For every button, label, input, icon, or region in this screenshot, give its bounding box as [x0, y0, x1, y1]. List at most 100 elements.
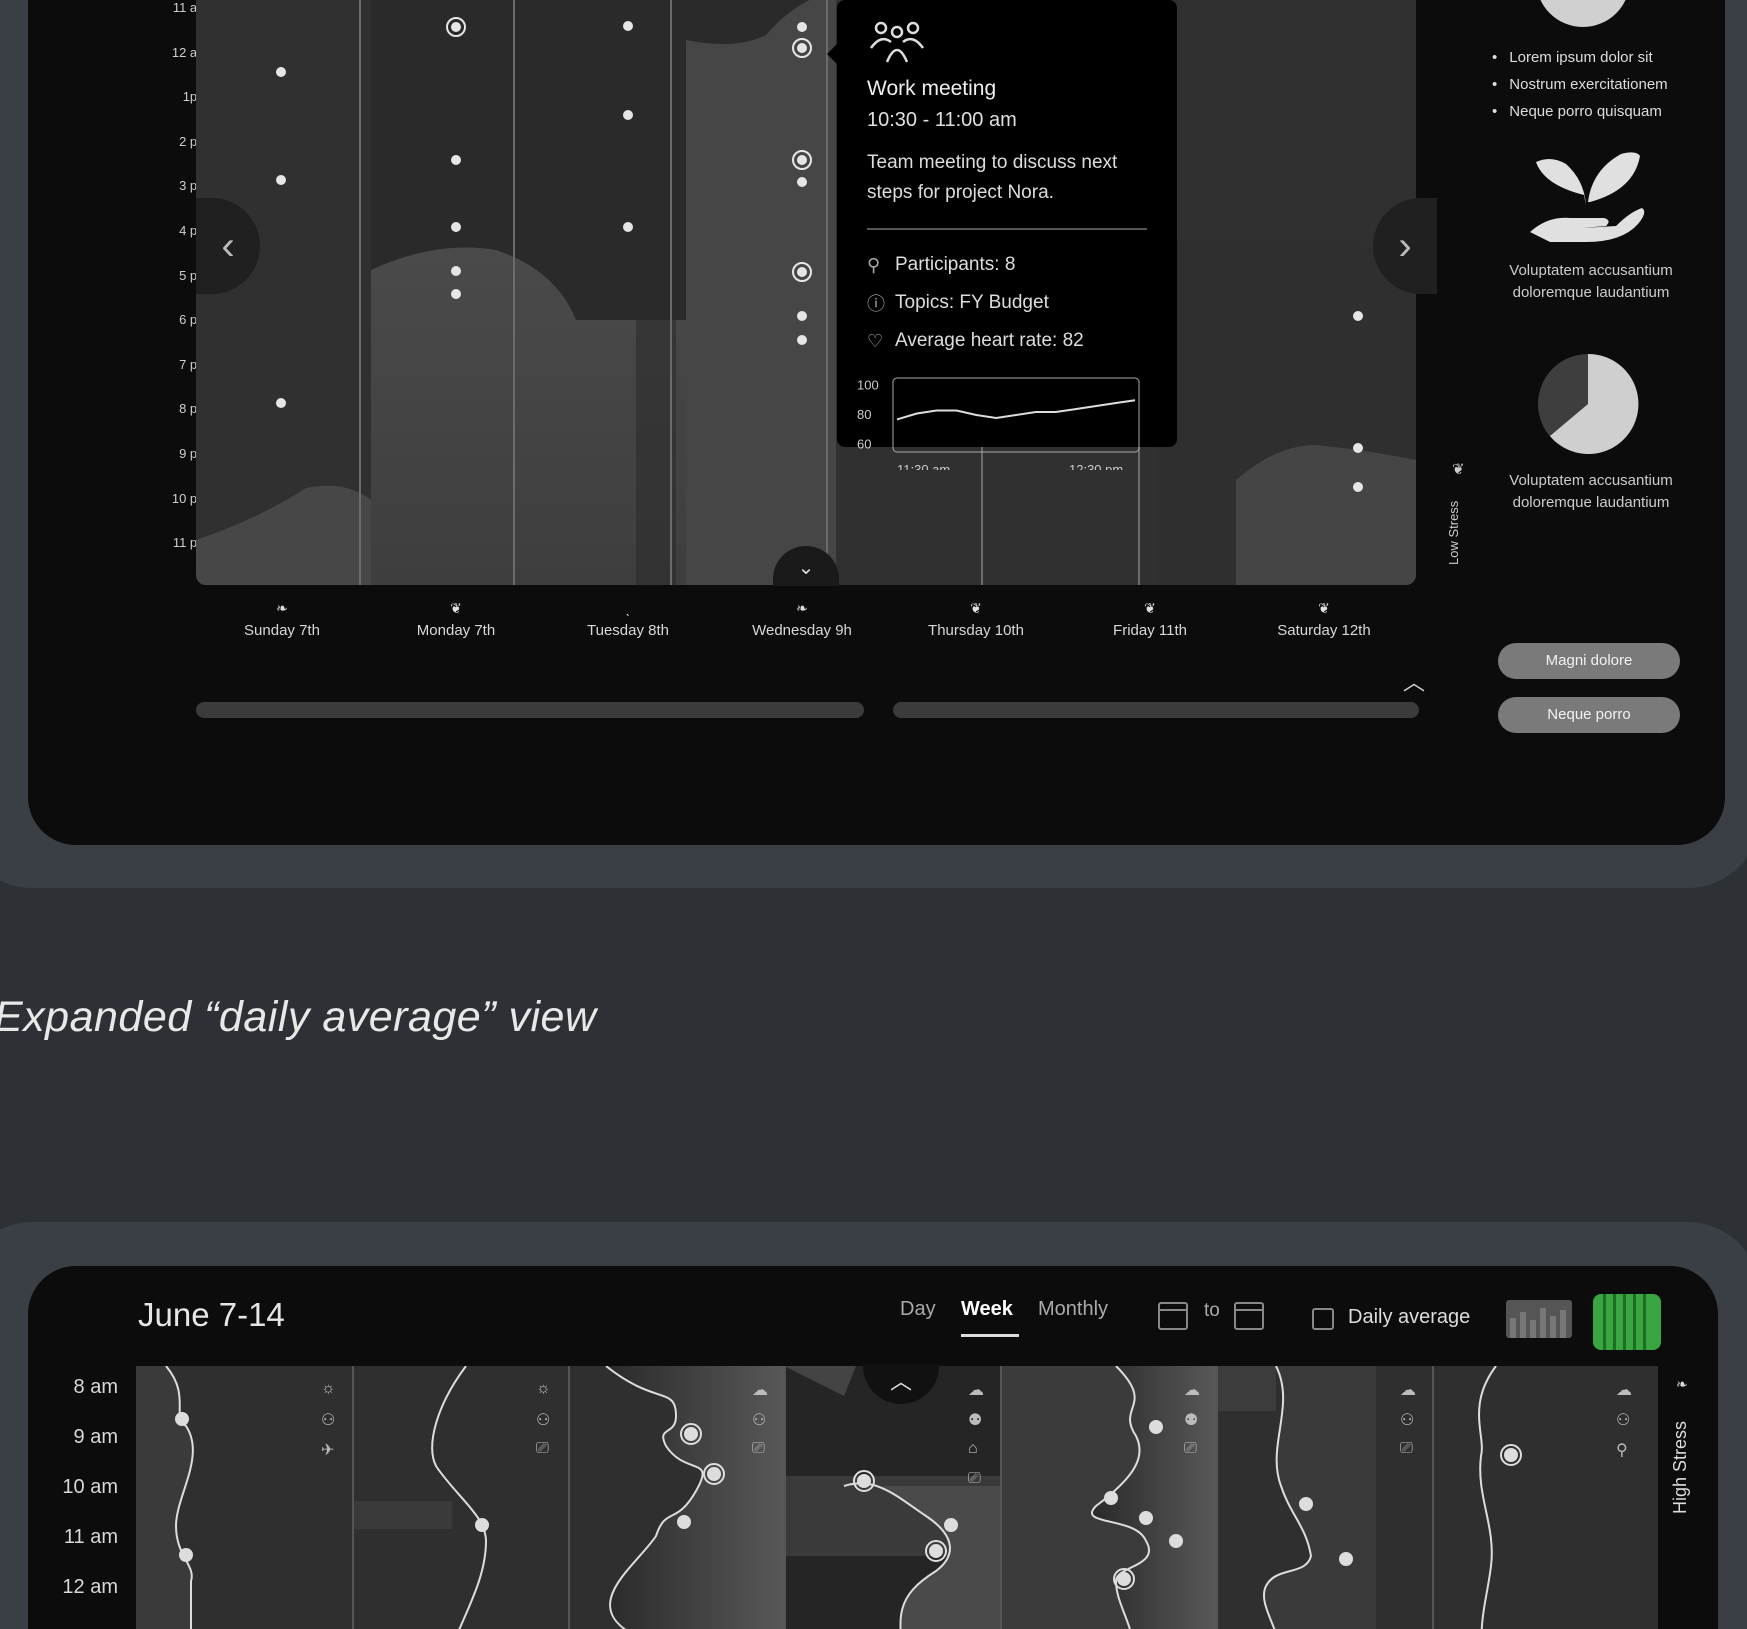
data-point [1104, 1491, 1118, 1505]
calendar-start-icon[interactable] [1158, 1302, 1188, 1330]
y-tick-label: 100 [857, 377, 879, 392]
event-dot [797, 311, 807, 321]
sprout-icon: ˎ [625, 600, 631, 616]
sun-icon: ☼ [536, 1380, 551, 1397]
day-divider [568, 1366, 570, 1629]
event-dot [451, 155, 461, 165]
event-dot [276, 67, 286, 77]
tooltip-title: Work meeting [867, 77, 997, 100]
scrollbar-track[interactable] [893, 702, 1419, 718]
event-dot [623, 110, 633, 120]
week-view-screen: 11 am12 am1pm2 pm3 pm4 pm5 pm6 pm7 pm8 p… [28, 0, 1725, 845]
section-caption: Expanded “daily average” view [0, 993, 597, 1041]
expand-button[interactable]: ︿ [1403, 665, 1425, 697]
data-point [1117, 1572, 1131, 1586]
magni-dolore-button[interactable]: Magni dolore [1498, 643, 1680, 679]
pie-caption: Voluptatem accusantium doloremque laudan… [1509, 472, 1673, 511]
bars-view-thumbnail[interactable] [1506, 1300, 1572, 1338]
info-icon: ⓘ [867, 294, 885, 314]
day-label[interactable]: ˎ Tuesday 8th [548, 600, 708, 639]
divider [867, 228, 1147, 230]
cloud-sun-icon: ☁ [1400, 1382, 1416, 1399]
daily-average-checkbox[interactable] [1312, 1308, 1334, 1330]
data-point [707, 1467, 721, 1481]
x-tick-label: 12:30 pm [1069, 462, 1123, 470]
daily-average-thumbnail[interactable] [1593, 1294, 1661, 1350]
day-label[interactable]: ❦ Saturday 12th [1244, 600, 1404, 639]
tooltip-time: 10:30 - 11:00 am [867, 109, 1017, 131]
data-point [684, 1427, 698, 1441]
airplane-icon: ✈ [321, 1442, 335, 1459]
tab-monthly[interactable]: Monthly [1038, 1298, 1108, 1321]
day-label[interactable]: ❦ Friday 11th [1070, 600, 1230, 639]
side-panel: Lorem ipsum dolor sit Nostrum exercitati… [1468, 0, 1718, 740]
people-icon: ⚇ [1616, 1412, 1631, 1429]
sprout-icon: ❧ [1676, 1376, 1688, 1392]
time-label: 10 am [62, 1476, 118, 1498]
topics-row: ⓘ Topics: FY Budget [867, 284, 1147, 322]
sprout-icon: ❦ [1144, 600, 1156, 616]
pie-icon [1538, 353, 1639, 454]
participants-text: Participants: 8 [895, 254, 1016, 275]
event-dot [623, 21, 633, 31]
event-dot [1353, 482, 1363, 492]
data-point [475, 1518, 489, 1532]
bike-icon: ⚲ [1616, 1442, 1628, 1459]
event-dot [451, 289, 461, 299]
event-dot [451, 266, 461, 276]
computer-icon: ⎚ [968, 1470, 981, 1487]
computer-icon: ⎚ [752, 1440, 765, 1457]
data-point [677, 1515, 691, 1529]
cloud-sun-icon: ☁ [1184, 1382, 1200, 1399]
heart-rate-chart: 100 80 60 11:30 am 12:30 pm [857, 377, 1140, 470]
calendar-end-icon[interactable] [1234, 1302, 1264, 1330]
time-axis: 8 am 9 am 10 am 11 am 12 am [28, 1376, 118, 1629]
event-dot [1353, 311, 1363, 321]
sprout-icon: ❦ [450, 600, 462, 616]
chevron-up-icon: ︿ [1403, 670, 1426, 695]
sprout-icon: ❦ [970, 600, 982, 616]
sprout-icon: ❦ [1318, 600, 1330, 616]
stress-curves [136, 1366, 1658, 1629]
daily-average-label: Daily average [1348, 1306, 1471, 1328]
plant-hand-icon [1530, 152, 1645, 242]
page-title: June 7-14 [138, 1296, 285, 1333]
chevron-down-icon: ⌄ [797, 557, 815, 579]
event-dot [276, 398, 286, 408]
time-label: 9 am [73, 1426, 118, 1448]
plant-caption: Voluptatem accusantium doloremque laudan… [1509, 262, 1673, 301]
date-range-to: to [1204, 1300, 1220, 1321]
x-tick-label: 11:30 am [897, 462, 950, 470]
day-label[interactable]: ❦ Thursday 10th [896, 600, 1056, 639]
group-icon: ⚉ [968, 1412, 983, 1429]
data-point [944, 1518, 958, 1532]
event-dot [797, 155, 807, 165]
day-divider [1432, 1366, 1434, 1629]
data-point [179, 1548, 193, 1562]
day-label[interactable]: ❧ Sunday 7th [202, 600, 362, 639]
people-icon: ⚇ [321, 1412, 336, 1429]
y-tick-label: 80 [857, 407, 871, 422]
bullet-list: Lorem ipsum dolor sit Nostrum exercitati… [1492, 44, 1668, 125]
tab-week[interactable]: Week [961, 1298, 1013, 1321]
day-divider [1000, 1366, 1002, 1629]
computer-icon: ⎚ [1184, 1440, 1197, 1457]
event-dot [797, 22, 807, 32]
bullet-item: Neque porro quisquam [1492, 98, 1668, 125]
active-tab-indicator [961, 1334, 1019, 1337]
neque-porro-button[interactable]: Neque porro [1498, 697, 1680, 733]
data-point [857, 1474, 871, 1488]
people-icon: ⚇ [752, 1412, 767, 1429]
tab-day[interactable]: Day [900, 1298, 936, 1321]
sprout-icon: ❧ [276, 600, 288, 616]
participants-row: ⚲ Participants: 8 [867, 246, 1147, 284]
event-tooltip: Work meeting 10:30 - 11:00 am Team meeti… [827, 0, 1177, 470]
event-dot [451, 22, 461, 32]
day-label[interactable]: ❦ Monday 7th [376, 600, 536, 639]
data-point [1149, 1420, 1163, 1434]
chevron-left-icon: ‹ [221, 223, 235, 268]
data-point [1169, 1534, 1183, 1548]
scrollbar-track[interactable] [196, 702, 864, 718]
day-label[interactable]: ❧ Wednesday 9h [722, 600, 882, 639]
person-icon: ⚲ [867, 254, 881, 275]
